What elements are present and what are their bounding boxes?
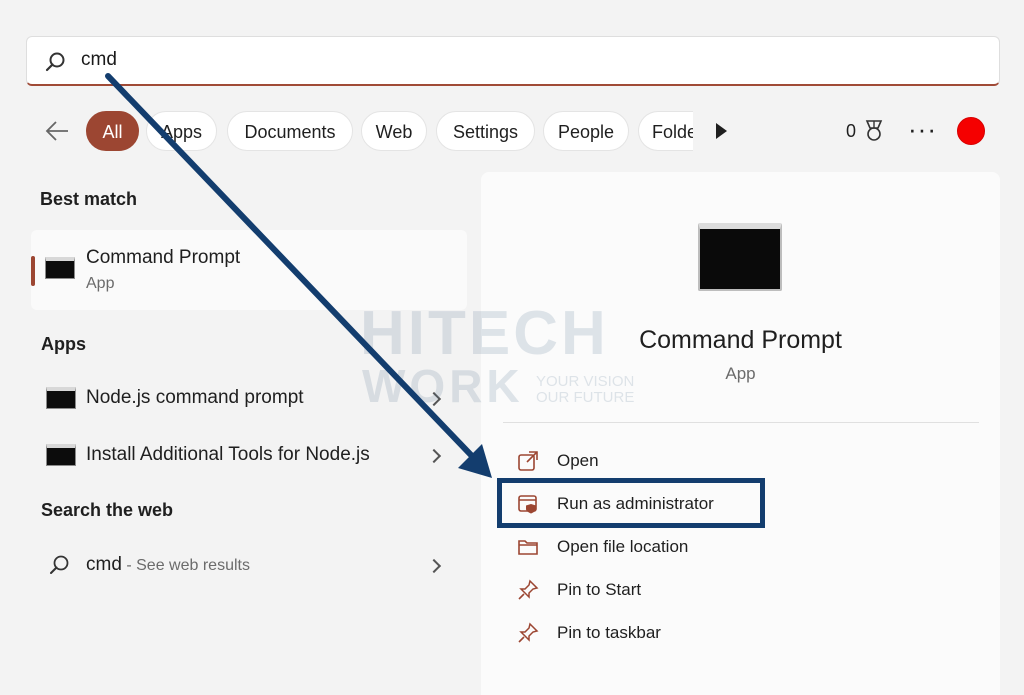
rewards-medal-icon[interactable] [862,119,886,143]
divider [503,422,979,423]
open-external-icon [518,451,538,471]
filter-apps[interactable]: Apps [146,111,217,151]
action-label: Open [557,451,599,470]
filter-settings[interactable]: Settings [436,111,535,151]
best-match-heading: Best match [40,189,138,209]
chevron-right-icon [426,558,442,574]
svg-text:WORK: WORK [362,360,524,412]
user-avatar[interactable] [957,117,985,145]
action-open[interactable]: Open [517,450,717,474]
back-arrow-icon[interactable] [44,118,70,144]
search-bar[interactable]: cmd [26,36,1000,86]
search-input[interactable]: cmd [81,49,117,71]
command-prompt-icon [46,444,76,466]
pin-icon [518,622,539,643]
action-label: Open file location [557,537,689,556]
action-label: Pin to taskbar [557,623,661,642]
svg-text:YOUR VISION: YOUR VISION [536,373,634,390]
more-filters-icon[interactable] [716,123,727,139]
annotation-highlight-box [497,478,765,528]
apps-heading: Apps [41,334,86,354]
command-prompt-icon [46,387,76,409]
filter-folders[interactable]: Folders [638,111,693,151]
search-web-heading: Search the web [41,500,174,520]
svg-text:HITECH: HITECH [360,299,609,368]
command-prompt-large-icon [698,223,782,291]
watermark-logo: HITECH WORK YOUR VISION OUR FUTURE [360,299,634,412]
detail-panel: Command Prompt App Open Run as administr… [481,172,1000,695]
selection-indicator [31,256,35,286]
filter-documents[interactable]: Documents [227,111,353,151]
filter-people[interactable]: People [543,111,629,151]
more-options-icon[interactable]: ··· [908,114,937,145]
chevron-right-icon [426,448,442,464]
command-prompt-icon [45,257,75,279]
action-label: Pin to Start [557,580,642,599]
app-result-label: Node.js command prompt [86,387,304,408]
filter-all[interactable]: All [86,111,139,151]
web-query: cmd [86,554,122,575]
web-search-result[interactable]: cmd - See web results [31,545,467,585]
app-result-label: Install Additional Tools for Node.js [86,444,370,465]
action-pin-to-taskbar[interactable]: Pin to taskbar [517,622,717,646]
action-pin-to-start[interactable]: Pin to Start [517,579,717,603]
svg-text:OUR FUTURE: OUR FUTURE [536,389,634,406]
rewards-points: 0 [846,121,857,141]
best-match-title: Command Prompt [86,247,241,268]
search-icon [45,52,65,72]
web-results-hint: - See web results [121,557,250,574]
folder-icon [518,540,538,555]
best-match-type: App [86,275,115,292]
filter-web[interactable]: Web [361,111,427,151]
pin-icon [518,579,539,600]
app-result-nodejs-tools[interactable]: Install Additional Tools for Node.js [31,435,467,475]
search-icon [50,555,69,574]
action-open-file-location[interactable]: Open file location [517,536,737,560]
